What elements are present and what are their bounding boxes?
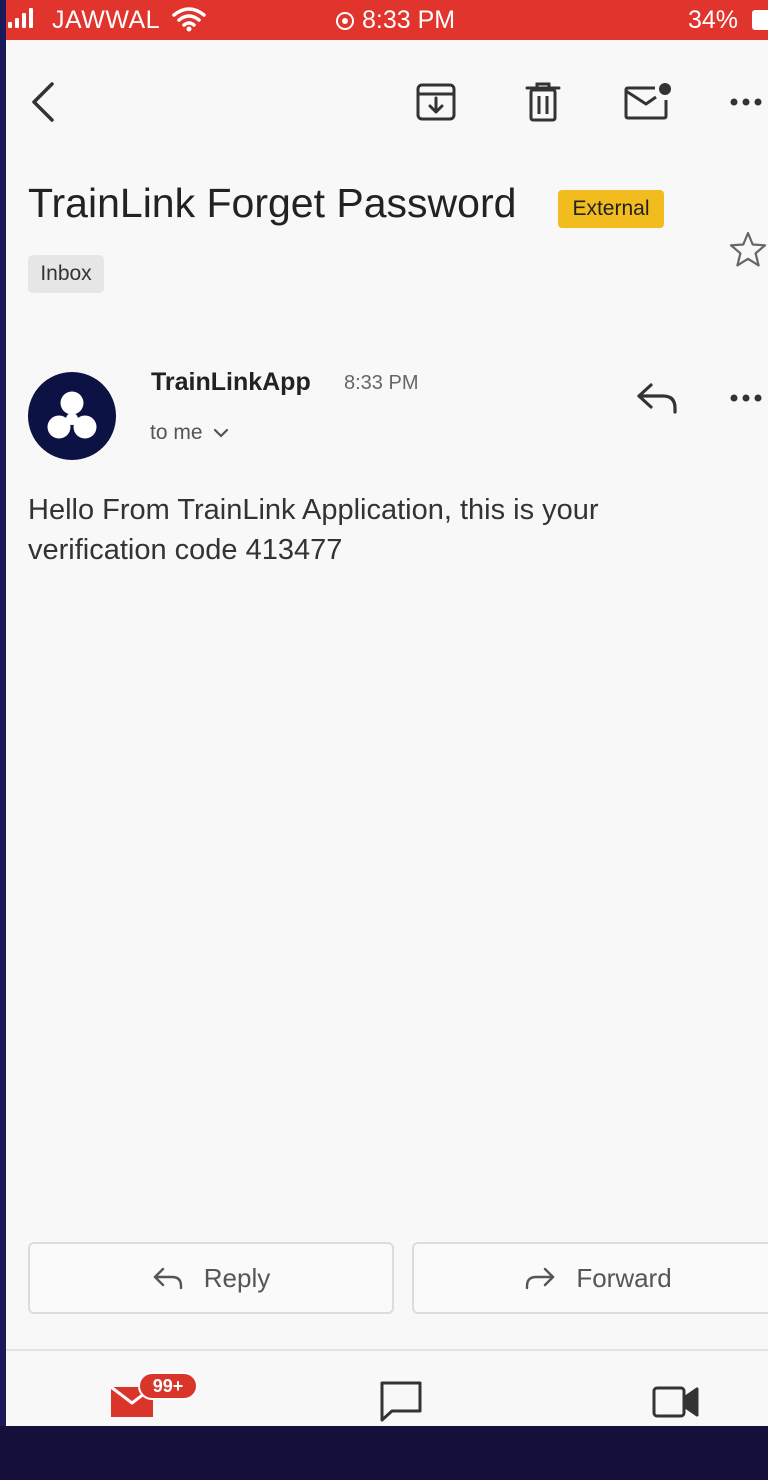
chat-tab[interactable] [376, 1376, 426, 1426]
quick-reply-button[interactable] [630, 376, 684, 420]
inbox-label[interactable]: Inbox [28, 255, 104, 293]
recipient-text: to me [150, 421, 203, 444]
status-time: 8:33 PM [336, 6, 455, 35]
recipient-details-toggle[interactable]: to me [150, 421, 229, 445]
email-subject: TrainLink Forget Password [28, 180, 517, 226]
archive-button[interactable] [411, 78, 461, 126]
email-screen: JAWWAL 8:33 PM 34% TrainLink Forget Pass… [6, 0, 768, 1426]
status-bar: JAWWAL 8:33 PM 34% [6, 0, 768, 40]
star-button[interactable] [728, 228, 768, 272]
chat-icon [380, 1381, 422, 1422]
alarm-icon [336, 11, 354, 30]
battery-icon [752, 10, 768, 30]
back-button[interactable] [20, 78, 66, 126]
email-body: Hello From TrainLink Application, this i… [28, 494, 599, 566]
back-arrow-icon [32, 82, 54, 122]
screen-bezel-bottom [0, 1426, 768, 1480]
wifi-icon [172, 6, 206, 39]
reply-button[interactable]: Reply [28, 1242, 394, 1314]
reply-icon [153, 1267, 182, 1290]
message-more-button[interactable] [726, 380, 768, 416]
forward-button[interactable]: Forward [412, 1242, 768, 1314]
bottom-nav-divider [6, 1349, 768, 1351]
carrier-name: JAWWAL [52, 6, 161, 34]
mark-unread-button[interactable] [620, 78, 674, 126]
star-icon [729, 231, 767, 267]
sender-avatar[interactable] [28, 372, 116, 460]
archive-icon [416, 83, 456, 121]
chevron-down-icon [213, 428, 228, 438]
signal-icon [8, 8, 33, 28]
email-time: 8:33 PM [344, 372, 419, 394]
forward-icon [526, 1267, 555, 1290]
reply-label: Reply [203, 1262, 271, 1293]
trash-icon [525, 82, 561, 122]
more-options-button[interactable] [726, 84, 768, 120]
mark-unread-icon [624, 83, 671, 120]
battery-percent: 34% [688, 6, 739, 34]
trainlink-logo-icon [47, 391, 97, 439]
unread-count-badge: 99+ [138, 1372, 198, 1400]
more-icon [730, 98, 762, 106]
delete-button[interactable] [518, 78, 568, 126]
meet-icon [652, 1386, 699, 1418]
status-time-text: 8:33 PM [362, 6, 456, 34]
reply-icon [637, 383, 677, 414]
external-label: External [558, 190, 664, 228]
more-icon [730, 394, 762, 402]
sender-name[interactable]: TrainLinkApp [151, 368, 311, 397]
forward-label: Forward [576, 1262, 672, 1293]
meet-tab[interactable] [650, 1380, 702, 1424]
